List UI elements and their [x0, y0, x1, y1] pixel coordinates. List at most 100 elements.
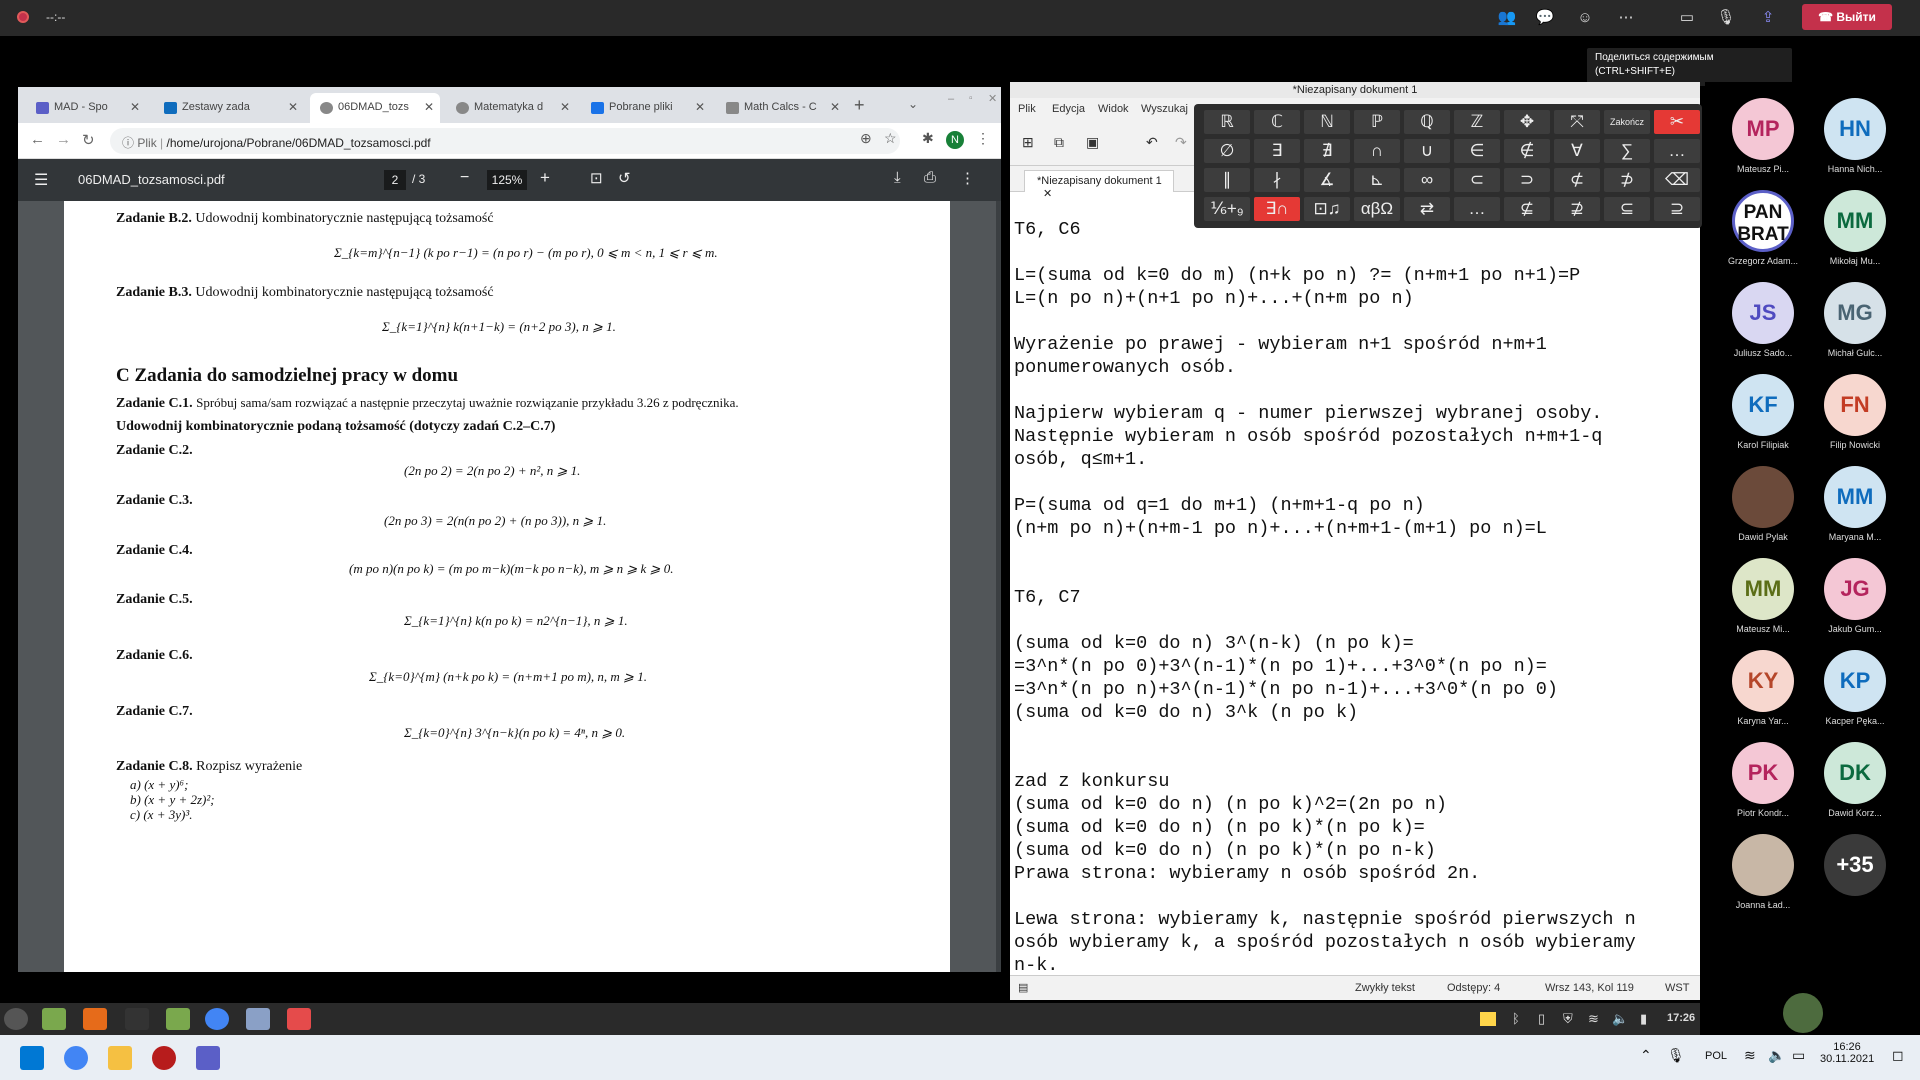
palette-key[interactable]: Zakończ [1604, 110, 1650, 134]
palette-key[interactable]: ⊄ [1554, 168, 1600, 192]
close-tab-icon[interactable]: ✕ [288, 100, 298, 114]
hamburger-menu-icon[interactable]: ☰ [34, 170, 48, 190]
app-taskbar-icon[interactable] [152, 1046, 176, 1070]
palette-key[interactable]: ⊅ [1604, 168, 1650, 192]
clipboard-icon[interactable]: ▯ [1538, 1011, 1545, 1027]
back-icon[interactable]: ← [30, 131, 45, 148]
palette-key[interactable]: ⇄ [1404, 197, 1450, 221]
participants-icon[interactable]: 👥 [1493, 6, 1521, 30]
reactions-icon[interactable]: ☺ [1571, 6, 1599, 30]
firefox-icon[interactable] [83, 1008, 107, 1030]
tray-app-icon[interactable] [1480, 1012, 1496, 1026]
microphone-icon[interactable]: 🎙 [1667, 1047, 1685, 1064]
participant-tile[interactable]: FN Filip Nowicki [1809, 366, 1901, 458]
participant-tile[interactable]: Dawid Pylak [1717, 458, 1809, 550]
browser-tab[interactable]: Pobrane pliki ✕ [581, 93, 711, 123]
page-number-input[interactable]: 2 [384, 170, 406, 190]
close-tab-icon[interactable]: ✕ [424, 100, 434, 114]
participant-tile[interactable]: MM Maryana M... [1809, 458, 1901, 550]
chrome-icon[interactable] [205, 1008, 229, 1030]
palette-key[interactable]: ∃ [1254, 139, 1300, 163]
close-tab-icon[interactable]: ✕ [560, 100, 570, 114]
zoom-out-icon[interactable]: − [460, 169, 469, 187]
open-document-icon[interactable]: ⧉ [1054, 134, 1064, 151]
browser-tab-active[interactable]: 06DMAD_tozs ✕ [310, 93, 440, 123]
wifi-icon[interactable]: ≋ [1588, 1011, 1599, 1027]
minimize-icon[interactable]: – [948, 93, 954, 105]
palette-key[interactable]: ∩ [1354, 139, 1400, 163]
mic-off-icon[interactable]: 🎙 [1712, 6, 1740, 30]
palette-key[interactable]: ℤ [1454, 110, 1500, 134]
menu-view[interactable]: Widok [1098, 103, 1129, 115]
close-tab-icon[interactable]: ✕ [1043, 188, 1052, 200]
forward-icon[interactable]: → [56, 131, 71, 148]
folder-icon[interactable] [42, 1008, 66, 1030]
palette-key[interactable]: ⊾ [1354, 168, 1400, 192]
palette-key[interactable]: ∃∩ [1254, 197, 1300, 221]
notifications-icon[interactable]: ◻ [1892, 1047, 1904, 1064]
menu-kebab-icon[interactable]: ⋮ [976, 130, 990, 147]
palette-key[interactable]: ∈ [1454, 139, 1500, 163]
browser-tab[interactable]: Math Calcs - C ✕ [716, 93, 846, 123]
chrome-taskbar-icon[interactable] [64, 1046, 88, 1070]
palette-key[interactable]: ⊉ [1554, 197, 1600, 221]
browser-tab[interactable]: Zestawy zada ✕ [154, 93, 304, 123]
bookmark-star-icon[interactable]: ☆ [884, 130, 897, 147]
browser-tab[interactable]: Matematyka d ✕ [446, 93, 576, 123]
palette-key[interactable]: ∉ [1504, 139, 1550, 163]
character-map-icon[interactable] [287, 1008, 311, 1030]
indent-select[interactable]: Odstępy: 4 [1447, 982, 1500, 994]
share-content-icon[interactable]: ⇪ [1754, 6, 1782, 30]
zoom-in-icon[interactable]: + [540, 168, 550, 188]
sidebar-toggle-icon[interactable]: ▤ [1018, 981, 1028, 994]
participant-tile[interactable]: JG Jakub Gum... [1809, 550, 1901, 642]
browser-tab[interactable]: MAD - Spo ✕ [26, 93, 146, 123]
participant-tile[interactable]: KY Karyna Yar... [1717, 642, 1809, 734]
palette-key[interactable]: ⊡♫ [1304, 197, 1350, 221]
participant-tile[interactable]: KP Kacper Pęka... [1809, 642, 1901, 734]
close-tab-icon[interactable]: ✕ [130, 100, 140, 114]
palette-key[interactable]: ℚ [1404, 110, 1450, 134]
palette-key[interactable]: ℂ [1254, 110, 1300, 134]
terminal-icon[interactable] [125, 1008, 149, 1030]
menu-file[interactable]: Plik [1018, 103, 1036, 115]
chevron-down-icon[interactable]: ⌄ [908, 97, 918, 111]
editor-text-area[interactable]: T6, C6 L=(suma od k=0 do m) (n+k po n) ?=… [1014, 218, 1694, 976]
palette-key[interactable]: ∤ [1254, 168, 1300, 192]
pdf-more-icon[interactable]: ⋮ [960, 169, 975, 187]
palette-key[interactable]: ⅙+₉ [1204, 197, 1250, 221]
participant-tile[interactable]: HN Hanna Nich... [1809, 90, 1901, 182]
palette-key[interactable]: ⊇ [1654, 197, 1700, 221]
palette-key[interactable]: … [1654, 139, 1700, 163]
files-icon[interactable] [166, 1008, 190, 1030]
more-icon[interactable]: ⋯ [1612, 6, 1640, 30]
participant-tile[interactable]: JS Juliusz Sado... [1717, 274, 1809, 366]
palette-key[interactable]: ∑ [1604, 139, 1650, 163]
download-icon[interactable]: ⤓ [894, 169, 901, 186]
menu-search[interactable]: Wyszukaj [1141, 103, 1188, 115]
window-close-icon[interactable]: ✕ [988, 92, 997, 105]
teams-taskbar-icon[interactable] [196, 1046, 220, 1070]
close-tab-icon[interactable]: ✕ [830, 100, 840, 114]
palette-key[interactable]: ⊈ [1504, 197, 1550, 221]
text-editor-icon[interactable] [246, 1008, 270, 1030]
palette-key[interactable]: ⊃ [1504, 168, 1550, 192]
new-document-icon[interactable]: ⊞ [1022, 134, 1034, 151]
language-indicator[interactable]: POL [1705, 1050, 1727, 1062]
profile-avatar[interactable]: N [946, 131, 964, 149]
explorer-taskbar-icon[interactable] [108, 1046, 132, 1070]
pdf-scrollbar[interactable] [996, 201, 1001, 972]
leave-button[interactable]: ☎ Выйти [1802, 4, 1892, 30]
palette-key[interactable]: ∡ [1304, 168, 1350, 192]
palette-key[interactable]: ⊂ [1454, 168, 1500, 192]
participant-tile[interactable]: KF Karol Filipiak [1717, 366, 1809, 458]
chevron-up-icon[interactable]: ⌃ [1640, 1047, 1652, 1064]
palette-key[interactable]: ∪ [1404, 139, 1450, 163]
palette-key[interactable]: ⤧ [1554, 110, 1600, 134]
palette-key[interactable]: ∀ [1554, 139, 1600, 163]
windows-clock[interactable]: 16:26 30.11.2021 [1820, 1041, 1874, 1065]
bluetooth-icon[interactable]: ᛒ [1512, 1011, 1520, 1026]
editor-tab[interactable]: *Niezapisany dokument 1 ✕ [1024, 170, 1174, 200]
participant-tile[interactable]: MG Michał Gulc... [1809, 274, 1901, 366]
maximize-icon[interactable]: ▫ [969, 93, 973, 104]
